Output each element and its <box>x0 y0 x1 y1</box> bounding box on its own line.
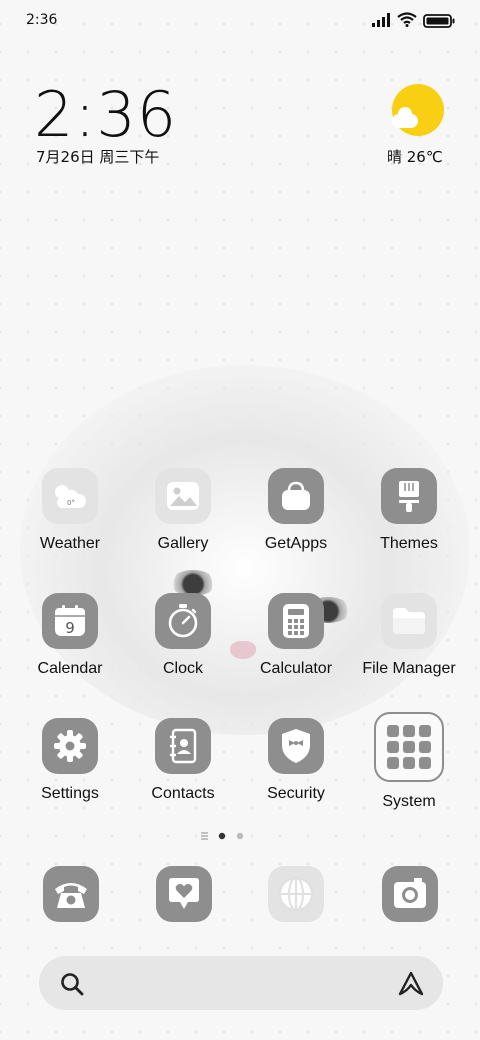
phone-icon[interactable] <box>43 866 99 922</box>
app-label: File Manager <box>362 660 456 677</box>
contacts-book-icon <box>155 718 211 774</box>
app-calendar[interactable]: 9 Calendar <box>15 593 125 678</box>
folder-grid-icon <box>374 712 444 782</box>
camera-icon[interactable] <box>382 866 438 922</box>
app-label: Weather <box>39 535 101 552</box>
status-time: 2:36 <box>26 12 58 28</box>
assistant-icon[interactable] <box>397 970 425 1002</box>
weather-condition-temp: 晴 26℃ <box>387 148 443 166</box>
search-bar[interactable] <box>39 956 443 1010</box>
app-settings[interactable]: Settings <box>15 718 125 803</box>
clock-date: 7月26日 周三下午 <box>36 148 160 166</box>
gallery-icon <box>155 468 211 524</box>
app-getapps[interactable]: GetApps <box>241 468 351 553</box>
shield-icon <box>268 718 324 774</box>
page-dot-active <box>218 832 226 840</box>
app-file-manager[interactable]: File Manager <box>354 593 464 678</box>
page-dot <box>236 832 244 840</box>
signal-icon <box>372 12 390 31</box>
calendar-icon: 9 <box>42 593 98 649</box>
app-label: System <box>382 793 436 810</box>
clock-time[interactable]: 2:36 <box>34 78 177 151</box>
shopping-bag-icon <box>268 468 324 524</box>
cloud-icon <box>392 107 418 128</box>
page-indicator[interactable] <box>200 828 260 842</box>
app-label: Gallery <box>157 535 209 552</box>
gear-icon <box>42 718 98 774</box>
app-label: Settings <box>41 785 99 802</box>
app-calculator[interactable]: Calculator <box>241 593 351 678</box>
stopwatch-icon <box>155 593 211 649</box>
app-label: Themes <box>380 535 438 552</box>
browser-globe-icon[interactable] <box>268 866 324 922</box>
calendar-badge: 9 <box>65 619 75 637</box>
paintbrush-icon <box>381 468 437 524</box>
search-icon[interactable] <box>59 971 85 1001</box>
app-weather[interactable]: 0° Weather <box>15 468 125 553</box>
app-label: Contacts <box>151 785 215 802</box>
feed-page-icon <box>201 832 208 840</box>
app-label: GetApps <box>264 535 328 552</box>
app-security[interactable]: Security <box>241 718 351 803</box>
app-label: Security <box>267 785 325 802</box>
status-bar: 2:36 <box>0 0 480 44</box>
app-gallery[interactable]: Gallery <box>128 468 238 553</box>
app-label: Calculator <box>259 660 333 677</box>
app-contacts[interactable]: Contacts <box>128 718 238 803</box>
folder-icon <box>381 593 437 649</box>
app-system-folder[interactable]: System <box>354 712 464 811</box>
battery-icon <box>423 13 455 32</box>
weather-icon-temp: 0° <box>67 499 75 507</box>
app-label: Calendar <box>37 660 103 677</box>
messages-heart-icon[interactable] <box>156 866 212 922</box>
wifi-icon <box>397 12 417 31</box>
app-themes[interactable]: Themes <box>354 468 464 553</box>
app-label: Clock <box>162 660 203 677</box>
weather-icon: 0° <box>42 468 98 524</box>
app-clock[interactable]: Clock <box>128 593 238 678</box>
calculator-icon <box>268 593 324 649</box>
